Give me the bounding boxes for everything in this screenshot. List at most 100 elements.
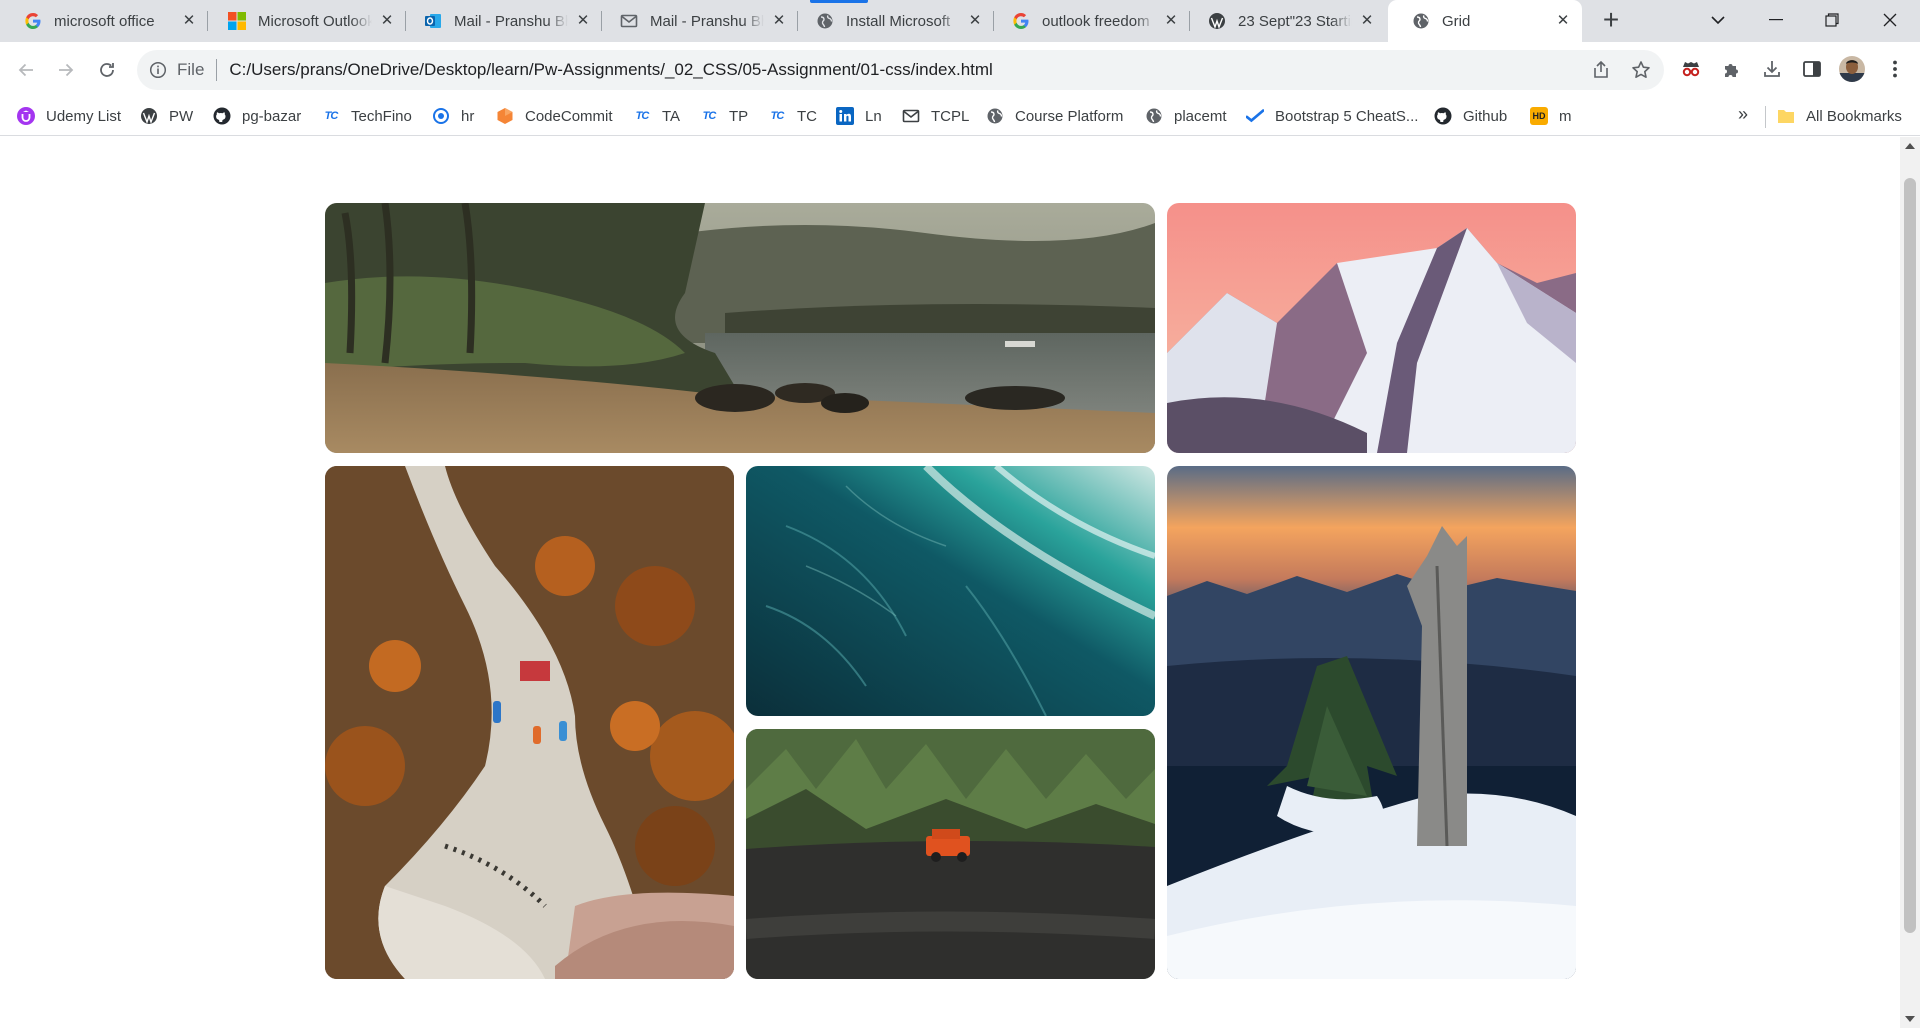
tab-microsoft-office[interactable]: microsoft office ✕	[0, 0, 208, 42]
google-icon	[1012, 12, 1030, 30]
close-tab-icon[interactable]: ✕	[574, 12, 592, 30]
bookmark-bootstrap-cheatsheet[interactable]: Bootstrap 5 CheatS...	[1246, 98, 1418, 134]
tab-23-sept[interactable]: 23 Sept"23 Starting ✕	[1184, 0, 1386, 42]
bookmark-ta[interactable]: TC TA	[633, 98, 680, 134]
bookmark-label: All Bookmarks	[1806, 107, 1902, 125]
tab-title: Mail - Pranshu Bhardwaj	[650, 12, 764, 30]
bookmark-placemt[interactable]: placemt	[1145, 98, 1227, 134]
globe-icon	[1145, 107, 1163, 125]
bookmark-codecommit[interactable]: CodeCommit	[496, 98, 613, 134]
wordpress-icon	[1208, 12, 1226, 30]
share-icon[interactable]	[1590, 59, 1612, 81]
jeep-valley-photo	[746, 729, 1155, 979]
tab-title: microsoft office	[54, 12, 155, 30]
restore-button[interactable]	[1810, 0, 1854, 40]
tab-title: Install Microsoft	[846, 12, 951, 30]
page-viewport	[0, 137, 1900, 1028]
scrollbar-thumb[interactable]	[1904, 178, 1916, 933]
tc-icon: TC	[702, 110, 717, 122]
bookmark-label: TechFino	[351, 107, 412, 125]
tab-title: outlook freedom	[1042, 12, 1150, 30]
bookmark-label: hr	[461, 107, 475, 125]
bookmark-label: Udemy List	[46, 107, 122, 125]
mountain-photo	[1167, 203, 1576, 453]
bookmarks-bar: Udemy List PW pg-bazar TC TechFino hr Co…	[0, 98, 1920, 136]
bookmark-star-icon[interactable]	[1630, 59, 1652, 81]
profile-avatar[interactable]	[1837, 54, 1867, 84]
bookmark-pg-bazar[interactable]: pg-bazar	[213, 98, 301, 134]
bookmarks-overflow-chevron[interactable]: »	[1738, 104, 1748, 125]
tab-outlook-freedom[interactable]: outlook freedom ✕	[988, 0, 1190, 42]
forward-button[interactable]	[48, 52, 84, 88]
close-tab-icon[interactable]: ✕	[966, 12, 984, 30]
all-bookmarks-button[interactable]: All Bookmarks	[1777, 98, 1902, 134]
back-button[interactable]	[8, 52, 44, 88]
bookmark-course-platform[interactable]: Course Platform	[986, 98, 1123, 134]
bookmark-m[interactable]: HD m	[1530, 98, 1572, 134]
page-scrollbar[interactable]	[1900, 137, 1920, 1028]
incognito-extension-icon[interactable]	[1676, 54, 1706, 84]
new-tab-button[interactable]: +	[1596, 6, 1626, 36]
info-icon[interactable]	[147, 59, 169, 81]
tab-mail-outlook[interactable]: Mail - Pranshu Bhardwaj ✕	[400, 0, 602, 42]
bookmark-label: CodeCommit	[525, 107, 613, 125]
tab-title: Grid	[1442, 12, 1471, 30]
github-icon	[1434, 107, 1452, 125]
tab-grid[interactable]: Grid ✕	[1388, 0, 1582, 42]
codecommit-icon	[496, 107, 514, 125]
reload-button[interactable]	[89, 52, 125, 88]
tab-loading-indicator	[810, 0, 868, 3]
ocean-waves-photo	[746, 466, 1155, 716]
bookmark-techfino[interactable]: TC TechFino	[322, 98, 412, 134]
bookmark-label: TA	[662, 107, 681, 125]
udemy-icon	[17, 107, 35, 125]
download-icon[interactable]	[1757, 54, 1787, 84]
tc-icon: TC	[324, 110, 339, 122]
tab-search-chevron-icon[interactable]	[1696, 0, 1740, 40]
close-tab-icon[interactable]: ✕	[770, 12, 788, 30]
browser-toolbar: File C:/Users/prans/OneDrive/Desktop/lea…	[0, 42, 1920, 98]
scheme-chip[interactable]: File	[177, 60, 204, 80]
tab-title: Microsoft Outlook	[258, 12, 372, 30]
tab-microsoft-outlook[interactable]: Microsoft Outlook ✕	[204, 0, 406, 42]
kebab-menu-icon[interactable]	[1880, 54, 1910, 84]
bookmark-label: PW	[169, 107, 194, 125]
tab-install-microsoft[interactable]: Install Microsoft ✕	[792, 0, 994, 42]
extensions-puzzle-icon[interactable]	[1717, 54, 1747, 84]
address-bar[interactable]: File C:/Users/prans/OneDrive/Desktop/lea…	[137, 50, 1664, 90]
bookmark-pw[interactable]: PW	[140, 98, 193, 134]
mail-icon	[620, 12, 638, 30]
scroll-down-arrow-icon[interactable]	[1905, 1016, 1915, 1022]
close-tab-icon[interactable]: ✕	[180, 12, 198, 30]
tab-mail[interactable]: Mail - Pranshu Bhardwaj ✕	[596, 0, 798, 42]
bookmark-label: pg-bazar	[242, 107, 302, 125]
beach-photo	[325, 203, 1155, 453]
tab-strip: microsoft office ✕ Microsoft Outlook ✕ M…	[0, 0, 1920, 42]
checkmark-icon	[1246, 107, 1264, 125]
wordpress-icon	[140, 107, 158, 125]
bookmark-tp[interactable]: TC TP	[700, 98, 749, 134]
bookmark-hr[interactable]: hr	[432, 98, 474, 134]
close-tab-icon[interactable]: ✕	[378, 12, 396, 30]
bookmark-github[interactable]: Github	[1434, 98, 1507, 134]
minimize-button[interactable]	[1754, 0, 1798, 40]
bookmark-label: TP	[729, 107, 749, 125]
mail-icon	[902, 107, 920, 125]
microsoft-icon	[228, 12, 246, 30]
bookmark-tc[interactable]: TC TC	[768, 98, 817, 134]
scroll-up-arrow-icon[interactable]	[1905, 143, 1915, 149]
close-tab-icon[interactable]: ✕	[1554, 12, 1572, 30]
close-window-button[interactable]	[1868, 0, 1912, 40]
side-panel-icon[interactable]	[1797, 54, 1827, 84]
bookmark-udemy-list[interactable]: Udemy List	[17, 98, 121, 134]
bookmark-ln[interactable]: Ln	[836, 98, 882, 134]
bookmark-label: m	[1559, 107, 1572, 125]
url-text[interactable]: C:/Users/prans/OneDrive/Desktop/learn/Pw…	[229, 60, 992, 80]
close-tab-icon[interactable]: ✕	[1162, 12, 1180, 30]
aerial-beach-photo	[325, 466, 734, 979]
close-tab-icon[interactable]: ✕	[1358, 12, 1376, 30]
bookmark-label: TC	[797, 107, 817, 125]
bookmark-tcpl[interactable]: TCPL	[902, 98, 969, 134]
bookmark-label: Course Platform	[1015, 107, 1124, 125]
github-icon	[213, 107, 231, 125]
